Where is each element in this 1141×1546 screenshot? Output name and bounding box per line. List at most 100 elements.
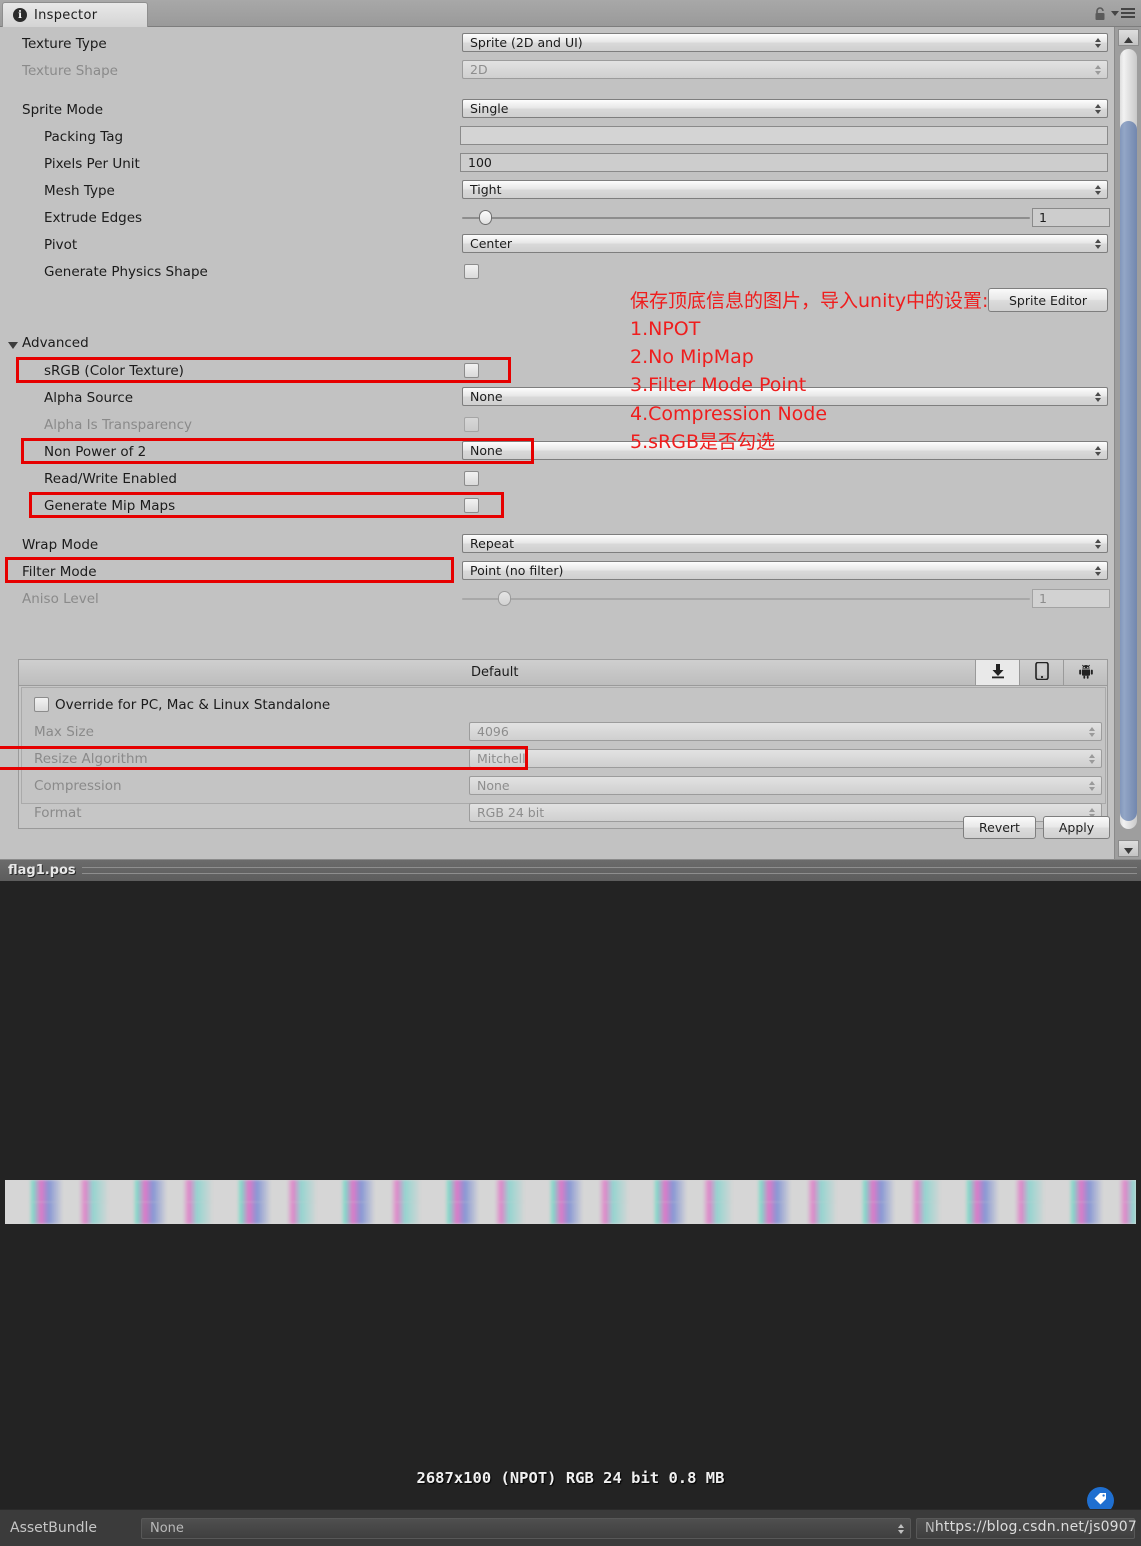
- slider-knob: [498, 591, 511, 606]
- annotation-text-item-3: 3.Filter Mode Point: [630, 374, 807, 396]
- field-label-wrap-mode: Wrap Mode: [22, 537, 99, 553]
- advanced-foldout-arrow[interactable]: [8, 342, 18, 349]
- field-label-generate-mip-maps: Generate Mip Maps: [44, 498, 176, 514]
- scroll-down-button[interactable]: [1118, 840, 1139, 857]
- texture-preview-strip: [5, 1180, 1136, 1224]
- chevron-updown-icon: [1089, 753, 1095, 764]
- scrollbar-thumb-fill: [1120, 121, 1137, 821]
- override-platform-checkbox[interactable]: [34, 697, 49, 712]
- slider-knob[interactable]: [479, 210, 492, 225]
- preview-header[interactable]: flag1.pos: [0, 859, 1141, 881]
- advanced-section-header[interactable]: Advanced: [22, 332, 89, 354]
- field-label-packing-tag: Packing Tag: [44, 129, 124, 145]
- platform-settings-box: Default Override for PC, Mac & Linux Sta…: [18, 659, 1108, 829]
- field-label-srgb: sRGB (Color Texture): [44, 363, 184, 379]
- texture-band-top: [5, 1180, 1136, 1202]
- non-power-of-2-dropdown[interactable]: None: [462, 441, 1108, 460]
- chevron-updown-icon: [1095, 64, 1101, 75]
- mesh-type-dropdown[interactable]: Tight: [462, 180, 1108, 199]
- annotation-text-item-2: 2.No MipMap: [630, 346, 754, 368]
- triangle-down-icon: [1124, 839, 1133, 858]
- inspector-panel: Texture Type Sprite (2D and UI) Texture …: [0, 27, 1114, 859]
- alpha-is-transparency-checkbox: [464, 417, 479, 432]
- texture-shape-dropdown: 2D: [462, 60, 1108, 79]
- android-robot-icon: [1078, 663, 1094, 683]
- texture-info-text: 2687x100 (NPOT) RGB 24 bit 0.8 MB: [416, 1469, 725, 1487]
- field-label-pivot: Pivot: [44, 237, 78, 253]
- assetbundle-name-dropdown[interactable]: None: [141, 1518, 911, 1539]
- chevron-updown-icon: [1095, 37, 1101, 48]
- triangle-up-icon: [1124, 28, 1133, 47]
- preview-panel: flag1.pos 2687x100 (NPOT) RGB 24 bit 0.8…: [0, 859, 1141, 1509]
- aniso-level-value: 1: [1032, 589, 1110, 608]
- platform-tabs-header: Default: [19, 660, 1107, 686]
- preview-body: 2687x100 (NPOT) RGB 24 bit 0.8 MB: [0, 881, 1141, 1509]
- tag-icon: [1093, 1491, 1108, 1510]
- revert-button[interactable]: Revert: [963, 816, 1036, 839]
- hamburger-menu-icon[interactable]: [1111, 8, 1135, 18]
- field-label-resize-algorithm: Resize Algorithm: [34, 751, 148, 767]
- field-label-aniso-level: Aniso Level: [22, 591, 99, 607]
- scrollbar-thumb[interactable]: [1120, 49, 1137, 829]
- annotation-text-item-1: 1.NPOT: [630, 318, 701, 340]
- menu-lines-icon: [1121, 8, 1135, 18]
- field-label-compression: Compression: [34, 778, 122, 794]
- lock-icon[interactable]: [1094, 6, 1106, 20]
- chevron-updown-icon: [1095, 238, 1101, 249]
- field-label-format: Format: [34, 805, 82, 821]
- slider-track: [462, 598, 1030, 600]
- field-label-extrude-edges: Extrude Edges: [44, 210, 143, 226]
- apply-button[interactable]: Apply: [1043, 816, 1110, 839]
- mobile-phone-icon: [1034, 661, 1049, 684]
- watermark-url: https://blog.csdn.net/js0907: [934, 1519, 1137, 1535]
- chevron-updown-icon: [898, 1523, 904, 1534]
- slider-track: [462, 217, 1030, 219]
- ios-platform-tab[interactable]: [1019, 660, 1063, 685]
- resize-algorithm-dropdown: Mitchell: [469, 749, 1102, 768]
- sprite-editor-button[interactable]: Sprite Editor: [988, 288, 1108, 312]
- platform-default-label: Default: [471, 665, 519, 680]
- info-icon: i: [13, 8, 27, 22]
- inspector-scrollbar[interactable]: [1114, 27, 1141, 859]
- read-write-enabled-checkbox[interactable]: [464, 471, 479, 486]
- filter-mode-dropdown[interactable]: Point (no filter): [462, 561, 1108, 580]
- aniso-level-slider: [462, 589, 1030, 608]
- chevron-updown-icon: [1089, 726, 1095, 737]
- chevron-updown-icon: [1095, 565, 1101, 576]
- chevron-updown-icon: [1095, 103, 1101, 114]
- chevron-updown-icon: [1095, 538, 1101, 549]
- assetbundle-label: AssetBundle: [10, 1520, 98, 1536]
- field-label-alpha-is-transparency: Alpha Is Transparency: [44, 417, 193, 433]
- field-label-filter-mode: Filter Mode: [22, 564, 97, 580]
- packing-tag-input[interactable]: [460, 126, 1108, 145]
- preview-asset-name: flag1.pos: [8, 863, 76, 878]
- preview-header-rule: [81, 867, 1137, 874]
- scroll-up-button[interactable]: [1118, 29, 1139, 46]
- field-label-max-size: Max Size: [34, 724, 94, 740]
- field-label-pixels-per-unit: Pixels Per Unit: [44, 156, 140, 172]
- tab-inspector-label: Inspector: [34, 7, 98, 23]
- field-label-read-write-enabled: Read/Write Enabled: [44, 471, 177, 487]
- generate-mip-maps-checkbox[interactable]: [464, 498, 479, 513]
- annotation-text-title: 保存顶底信息的图片，导入unity中的设置:: [630, 290, 989, 312]
- sprite-mode-dropdown[interactable]: Single: [462, 99, 1108, 118]
- standalone-platform-tab[interactable]: [975, 660, 1019, 685]
- chevron-updown-icon: [1095, 391, 1101, 402]
- compression-dropdown: None: [469, 776, 1102, 795]
- texture-type-dropdown[interactable]: Sprite (2D and UI): [462, 33, 1108, 52]
- android-platform-tab[interactable]: [1063, 660, 1107, 685]
- inspector-tabbar: i Inspector: [0, 0, 1141, 27]
- pivot-dropdown[interactable]: Center: [462, 234, 1108, 253]
- field-label-alpha-source: Alpha Source: [44, 390, 134, 406]
- wrap-mode-dropdown[interactable]: Repeat: [462, 534, 1108, 553]
- tab-inspector[interactable]: i Inspector: [2, 2, 148, 27]
- chevron-down-icon: [1111, 10, 1119, 16]
- chevron-updown-icon: [1095, 184, 1101, 195]
- extrude-edges-value[interactable]: 1: [1032, 208, 1110, 227]
- generate-physics-shape-checkbox[interactable]: [464, 264, 479, 279]
- extrude-edges-slider[interactable]: [462, 208, 1030, 227]
- field-label-texture-shape: Texture Shape: [22, 63, 118, 79]
- pixels-per-unit-input[interactable]: 100: [460, 153, 1108, 172]
- texture-band-bottom: [5, 1202, 1136, 1224]
- srgb-checkbox[interactable]: [464, 363, 479, 378]
